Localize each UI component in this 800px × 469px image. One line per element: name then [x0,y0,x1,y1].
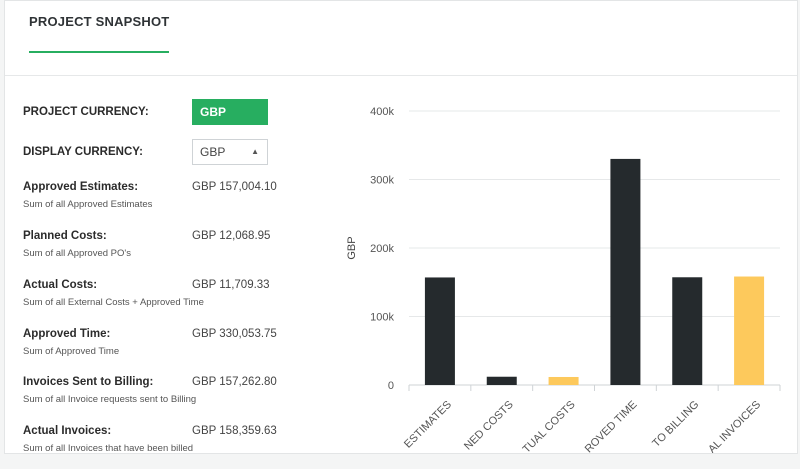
bar [672,277,703,385]
panel-header: PROJECT SNAPSHOT [5,1,797,76]
bar [424,277,455,385]
x-tick-label: ESTIMATES [402,399,454,451]
metric-value: GBP 157,004.10 [192,181,277,193]
y-tick-label: 0 [388,380,394,392]
metric-value: GBP 158,359.63 [192,425,277,437]
metric-approved-estimates: Approved Estimates: GBP 157,004.10 Sum o… [23,181,323,225]
active-tab-underline [29,51,169,53]
y-tick-label: 200k [370,243,394,255]
metric-name: Invoices Sent to Billing: [23,376,154,388]
project-currency-label: PROJECT CURRENCY: [23,106,149,118]
metric-name: Planned Costs: [23,230,107,242]
metric-invoices-sent-to-billing: Invoices Sent to Billing: GBP 157,262.80… [23,376,323,420]
y-tick-label: 300k [370,175,394,187]
bar-chart: 0 100k 200k 300k 400k GBP ESTIMATES NED COSTS TU… [346,106,781,456]
metric-approved-time: Approved Time: GBP 330,053.75 Sum of App… [23,328,323,372]
y-axis-label: GBP [346,236,358,259]
x-tick-label: TUAL COSTS [521,399,578,453]
project-currency-value: GBP [192,99,268,125]
metric-description: Sum of all Invoices that have been bille… [23,443,194,454]
metric-value: GBP 12,068.95 [192,230,271,242]
page-title: PROJECT SNAPSHOT [29,14,170,29]
display-currency-label: DISPLAY CURRENCY: [23,146,143,158]
metric-value: GBP 330,053.75 [192,328,277,340]
project-snapshot-panel: PROJECT SNAPSHOT PROJECT CURRENCY: GBP D… [4,0,798,456]
metric-name: Actual Costs: [23,279,98,291]
chart-container: 0 100k 200k 300k 400k GBP ESTIMATES NED COSTS TU… [335,75,797,456]
bar [486,376,517,385]
metric-name: Actual Invoices: [23,425,112,437]
y-tick-label: 100k [370,312,394,324]
metric-description: Sum of all Invoice requests sent to Bill… [23,394,197,405]
metric-description: Sum of all External Costs + Approved Tim… [23,297,204,308]
select-arrows-icon: ▲ [251,147,259,156]
bar [548,376,579,385]
display-currency-select[interactable]: GBP ▲ [192,139,268,165]
metric-value: GBP 157,262.80 [192,376,277,388]
metric-value: GBP 11,709.33 [192,279,270,291]
bar [610,158,641,385]
x-tick-label: NED COSTS [462,399,516,453]
x-tick-label: TO BILLING [650,399,701,450]
metric-description: Sum of all Approved Estimates [23,199,153,210]
metric-actual-costs: Actual Costs: GBP 11,709.33 Sum of all E… [23,279,323,323]
metric-description: Sum of all Approved PO's [23,248,131,259]
y-tick-label: 400k [370,106,394,118]
metric-planned-costs: Planned Costs: GBP 12,068.95 Sum of all … [23,230,323,274]
bar [734,276,765,385]
metric-description: Sum of Approved Time [23,346,120,357]
x-tick-label: AL INVOICES [706,399,763,453]
metric-actual-invoices: Actual Invoices: GBP 158,359.63 Sum of a… [23,425,323,469]
metric-name: Approved Time: [23,328,111,340]
summary-section: PROJECT CURRENCY: GBP DISPLAY CURRENCY: … [5,75,335,455]
display-currency-selected: GBP [200,145,226,159]
x-tick-label: ROVED TIME [583,399,640,453]
metric-name: Approved Estimates: [23,181,139,193]
